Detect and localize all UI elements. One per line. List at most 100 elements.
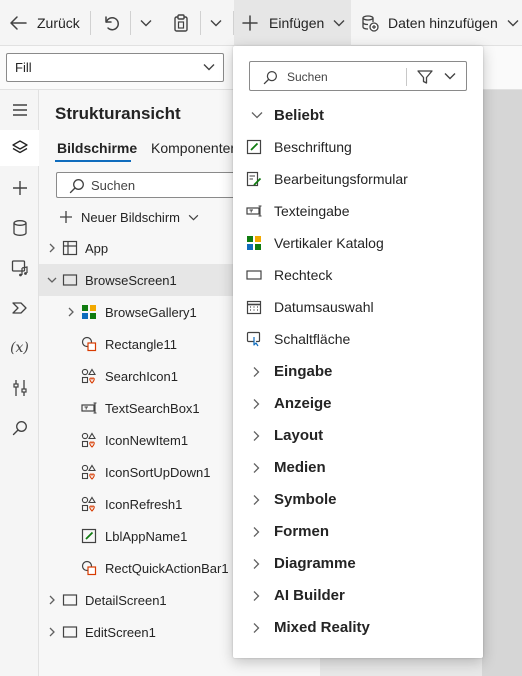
icons-icon (81, 432, 97, 448)
media-rail-button[interactable] (0, 250, 39, 286)
category-icons[interactable]: Symbole (233, 483, 483, 515)
category-label: Anzeige (274, 394, 332, 412)
shapes-icon (81, 336, 97, 352)
data-rail-button[interactable] (0, 210, 39, 246)
chevron-down-icon (188, 214, 199, 221)
tree-node-label: BrowseScreen1 (85, 272, 177, 288)
insert-item-button[interactable]: Schaltfläche (233, 323, 483, 355)
new-screen-button[interactable]: Neuer Bildschirm (59, 206, 199, 228)
search-rail-button[interactable] (0, 410, 39, 446)
insert-label: Einfügen (269, 15, 325, 31)
rectangle-icon (246, 267, 262, 283)
tree-node-label: RectQuickActionBar1 (105, 560, 229, 576)
label-edit-icon (81, 528, 97, 544)
toolbar-divider (200, 11, 201, 35)
edit-form-icon (246, 171, 262, 187)
category-display[interactable]: Anzeige (233, 387, 483, 419)
search-placeholder: Suchen (91, 177, 136, 193)
insert-item-vertical-gallery[interactable]: Vertikaler Katalog (233, 227, 483, 259)
chevron-down-icon[interactable] (46, 274, 58, 286)
category-input[interactable]: Eingabe (233, 355, 483, 387)
tree-node-label: DetailScreen1 (85, 592, 167, 608)
chevron-right-icon[interactable] (46, 242, 58, 254)
tools-icon (12, 379, 28, 397)
item-label: Datumsauswahl (274, 299, 374, 315)
add-data-button[interactable]: Daten hinzufügen (361, 0, 519, 46)
paste-button[interactable] (170, 0, 192, 46)
text-input-icon (246, 203, 262, 219)
chevron-right-icon (251, 558, 261, 570)
property-selector[interactable]: Fill (6, 53, 224, 82)
undo-icon (102, 14, 120, 32)
screen-icon (62, 624, 78, 640)
category-label: Layout (274, 426, 324, 444)
database-add-icon (361, 14, 379, 32)
tree-node-label: SearchIcon1 (105, 368, 178, 384)
hamburger-menu-button[interactable] (0, 92, 39, 128)
chevron-down-icon (251, 110, 263, 120)
icons-icon (81, 464, 97, 480)
insert-item-rectangle[interactable]: Rechteck (233, 259, 483, 291)
power-automate-rail-button[interactable] (0, 290, 39, 326)
tab-screens[interactable]: Bildschirme (57, 140, 137, 156)
undo-button[interactable] (100, 0, 122, 46)
insert-item-text-input[interactable]: Texteingabe (233, 195, 483, 227)
tree-search-input[interactable]: Suchen (56, 172, 256, 198)
plus-icon (59, 210, 73, 224)
tree-node-label: Rectangle11 (105, 336, 178, 352)
category-ai-builder[interactable]: AI Builder (233, 579, 483, 611)
category-label: Diagramme (274, 554, 356, 572)
paste-dropdown-button[interactable] (207, 0, 225, 46)
active-tab-indicator (55, 160, 131, 162)
tree-view-button[interactable] (0, 130, 39, 166)
chevron-down-icon (140, 19, 152, 27)
layers-icon (11, 139, 29, 157)
chevron-down-icon (507, 19, 519, 27)
label-edit-icon (246, 139, 262, 155)
insert-item-date-picker[interactable]: Datumsauswahl (233, 291, 483, 323)
category-label: Medien (274, 458, 326, 476)
clipboard-icon (172, 13, 190, 33)
chevron-right-icon (251, 622, 261, 634)
filter-icon[interactable] (417, 70, 433, 84)
search-icon (69, 178, 85, 194)
undo-dropdown-button[interactable] (137, 0, 155, 46)
shapes-icon (81, 560, 97, 576)
insert-item-label[interactable]: Beschriftung (233, 131, 483, 163)
category-charts[interactable]: Diagramme (233, 547, 483, 579)
category-label: Eingabe (274, 362, 333, 380)
insert-search-input[interactable]: Suchen (249, 61, 467, 91)
advanced-tools-rail-button[interactable] (0, 370, 39, 406)
category-label: AI Builder (274, 586, 345, 604)
icons-icon (81, 496, 97, 512)
search-placeholder: Suchen (287, 70, 328, 84)
tree-node-label: IconRefresh1 (105, 496, 183, 512)
chevron-right-icon[interactable] (65, 306, 77, 318)
insert-item-edit-form[interactable]: Bearbeitungsformular (233, 163, 483, 195)
back-button[interactable]: Zurück (8, 0, 80, 46)
new-screen-label: Neuer Bildschirm (81, 209, 180, 225)
category-popular[interactable]: Beliebt (233, 99, 483, 131)
category-shapes[interactable]: Formen (233, 515, 483, 547)
category-media[interactable]: Medien (233, 451, 483, 483)
screen-icon (62, 272, 78, 288)
item-label: Rechteck (274, 267, 333, 283)
category-layout[interactable]: Layout (233, 419, 483, 451)
chevron-right-icon[interactable] (46, 594, 58, 606)
chevron-right-icon[interactable] (46, 626, 58, 638)
gallery-icon (246, 235, 262, 251)
command-bar: Zurück Einfügen Daten hinzufügen (0, 0, 522, 46)
panel-title: Strukturansicht (55, 104, 181, 123)
variables-rail-button[interactable]: (x) (0, 330, 39, 366)
toolbar-divider (90, 11, 91, 35)
item-label: Vertikaler Katalog (274, 235, 384, 251)
chevron-down-icon[interactable] (444, 72, 456, 80)
item-label: Beschriftung (274, 139, 352, 155)
calendar-icon (246, 299, 262, 315)
tab-components[interactable]: Komponenten (151, 140, 238, 156)
insert-rail-button[interactable] (0, 170, 39, 206)
category-mixed-reality[interactable]: Mixed Reality (233, 611, 483, 643)
plus-icon (242, 15, 258, 31)
insert-button[interactable]: Einfügen (234, 0, 351, 46)
button-icon (246, 331, 262, 347)
